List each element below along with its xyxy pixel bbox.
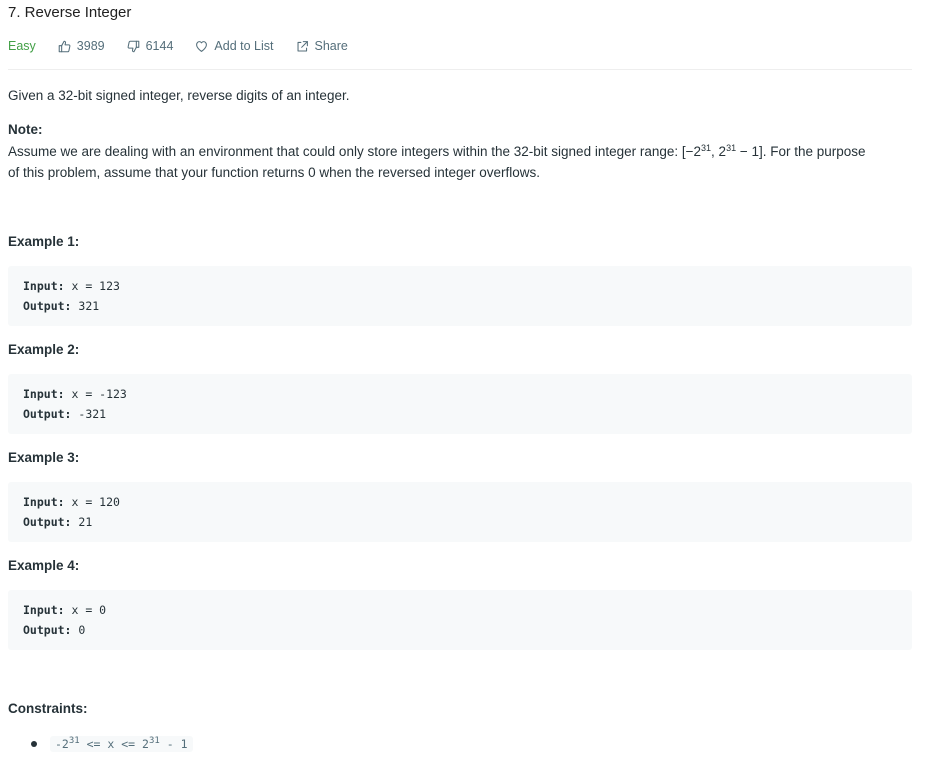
output-label: Output: xyxy=(23,407,72,421)
example-code-block: Input: x = 123 Output: 321 xyxy=(8,266,912,326)
constraint-exponent-2: 31 xyxy=(148,736,160,746)
difficulty-label: Easy xyxy=(8,39,36,53)
problem-intro: Given a 32-bit signed integer, reverse d… xyxy=(8,88,350,103)
note-text-line1: Assume we are dealing with an environmen… xyxy=(8,141,866,162)
dislike-count: 6144 xyxy=(145,39,174,53)
note-range-start: Assume we are dealing with an environmen… xyxy=(8,144,702,159)
dislike-button[interactable]: 6144 xyxy=(127,39,174,53)
example-output-line: Output: -321 xyxy=(23,407,106,421)
note-range-end: − 1]. For the purpose xyxy=(736,144,866,159)
output-label: Output: xyxy=(23,515,72,529)
note-text-line2: of this problem, assume that your functi… xyxy=(8,165,541,180)
example-output-value: 0 xyxy=(71,623,86,637)
problem-title: 7. Reverse Integer xyxy=(8,4,132,21)
input-label: Input: xyxy=(23,279,65,293)
example-input-line: Input: x = -123 xyxy=(23,387,127,401)
example-input-value: x = 0 xyxy=(64,603,107,617)
example-output-value: -321 xyxy=(71,407,107,421)
example-input-line: Input: x = 123 xyxy=(23,279,120,293)
note-heading: Note: xyxy=(8,122,43,137)
example-output-line: Output: 21 xyxy=(23,515,92,529)
constraint-lower: -2 xyxy=(55,737,69,751)
constraint-mid: <= x <= 2 xyxy=(79,737,149,751)
example-output-value: 321 xyxy=(71,299,100,313)
example-output-line: Output: 0 xyxy=(23,623,85,637)
add-to-list-button[interactable]: Add to List xyxy=(195,39,274,53)
constraint-exponent-1: 31 xyxy=(68,736,80,746)
header-divider xyxy=(8,69,912,70)
example-code-block: Input: x = 0 Output: 0 xyxy=(8,590,912,650)
heart-icon xyxy=(196,40,208,52)
constraints-heading: Constraints: xyxy=(8,701,88,716)
like-count: 3989 xyxy=(76,39,105,53)
thumbs-up-icon xyxy=(58,40,71,52)
add-to-list-label: Add to List xyxy=(214,39,274,53)
example-code-block: Input: x = 120 Output: 21 xyxy=(8,482,912,542)
note-exponent-1: 31 xyxy=(701,143,712,153)
example-input-value: x = -123 xyxy=(64,387,127,401)
note-range-mid: , 2 xyxy=(711,144,727,159)
constraint-code: -231 <= x <= 231 - 1 xyxy=(50,736,193,752)
example-output-line: Output: 321 xyxy=(23,299,99,313)
thumbs-down-icon xyxy=(127,40,139,52)
like-button[interactable]: 3989 xyxy=(58,39,105,53)
input-label: Input: xyxy=(23,603,65,617)
input-label: Input: xyxy=(23,387,65,401)
problem-meta-bar: Easy 3989 6144 Add to List Share xyxy=(8,37,370,55)
share-icon xyxy=(297,40,308,51)
example-heading: Example 3: xyxy=(8,450,80,465)
example-input-value: x = 123 xyxy=(64,279,120,293)
example-code-block: Input: x = -123 Output: -321 xyxy=(8,374,912,434)
example-output-value: 21 xyxy=(71,515,93,529)
share-button[interactable]: Share xyxy=(296,39,348,53)
output-label: Output: xyxy=(23,299,72,313)
output-label: Output: xyxy=(23,623,72,637)
note-exponent-2: 31 xyxy=(726,143,737,153)
bullet-point xyxy=(31,741,37,747)
example-input-line: Input: x = 120 xyxy=(23,495,120,509)
share-label: Share xyxy=(314,39,348,53)
example-heading: Example 1: xyxy=(8,234,80,249)
example-heading: Example 4: xyxy=(8,558,80,573)
constraint-list-item: -231 <= x <= 231 - 1 xyxy=(8,735,193,753)
input-label: Input: xyxy=(23,495,65,509)
example-input-line: Input: x = 0 xyxy=(23,603,106,617)
example-input-value: x = 120 xyxy=(64,495,120,509)
example-heading: Example 2: xyxy=(8,342,80,357)
constraint-upper: - 1 xyxy=(159,737,188,751)
